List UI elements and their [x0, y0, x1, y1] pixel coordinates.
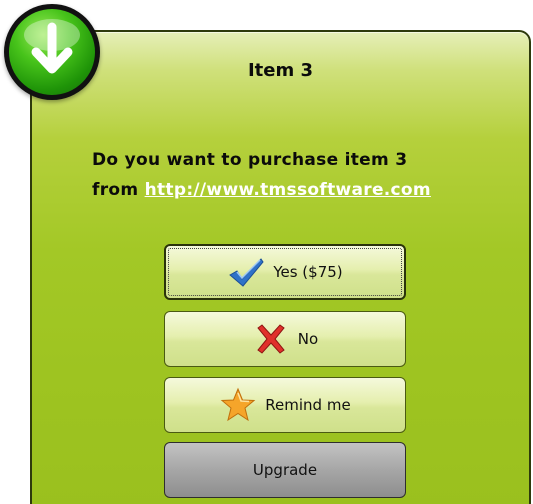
- star-icon: [219, 386, 257, 424]
- badge: [4, 4, 100, 100]
- dialog-stage: Item 3 Do you want to purchase item 3 fr…: [0, 0, 533, 504]
- dialog-message: Do you want to purchase item 3 from http…: [92, 145, 512, 205]
- website-link[interactable]: http://www.tmssoftware.com: [145, 180, 431, 200]
- remind-me-button-label: Remind me: [265, 396, 351, 414]
- no-button-label: No: [297, 330, 319, 348]
- download-arrow-icon: [9, 9, 95, 95]
- message-from-text: from: [92, 180, 145, 200]
- message-line-2: from http://www.tmssoftware.com: [92, 175, 512, 205]
- yes-button[interactable]: Yes ($75): [164, 244, 406, 300]
- checkmark-icon: [227, 253, 265, 291]
- upgrade-button-label: Upgrade: [252, 461, 318, 479]
- yes-button-label: Yes ($75): [273, 263, 343, 281]
- remind-me-button[interactable]: Remind me: [164, 377, 406, 433]
- dialog-title: Item 3: [247, 60, 314, 81]
- red-x-icon: [252, 320, 290, 358]
- no-button[interactable]: No: [164, 311, 406, 367]
- message-line-1: Do you want to purchase item 3: [92, 150, 408, 170]
- upgrade-button[interactable]: Upgrade: [164, 442, 406, 498]
